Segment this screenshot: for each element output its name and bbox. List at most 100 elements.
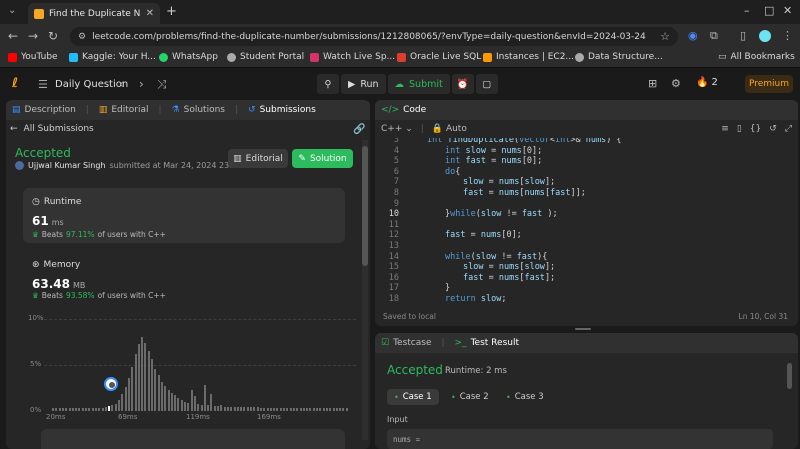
next-problem-icon[interactable]: › <box>139 77 144 91</box>
distribution-bar[interactable] <box>329 408 332 411</box>
code-line[interactable]: 10}while(slow != fast ); <box>375 209 798 220</box>
back-icon[interactable]: ← <box>8 29 18 43</box>
tab-submissions[interactable]: ↺ Submissions <box>248 105 316 115</box>
distribution-bar[interactable] <box>88 408 91 411</box>
your-runtime-bar[interactable] <box>108 406 111 411</box>
distribution-bar[interactable] <box>342 408 345 411</box>
editorial-button[interactable]: ▥ Editorial <box>228 149 288 168</box>
solution-button[interactable]: ✎ Solution <box>292 149 353 168</box>
code-line[interactable]: 16 fast = nums[fast]; <box>375 273 798 284</box>
distribution-bar[interactable] <box>263 408 266 411</box>
runtime-card[interactable]: ◷ Runtime 61 ms ♛ Beats 97.11% of users with … <box>23 188 345 243</box>
format-icon[interactable]: ≡ <box>721 124 729 134</box>
distribution-bar[interactable] <box>81 408 84 411</box>
distribution-bar[interactable] <box>200 404 203 411</box>
distribution-bar[interactable] <box>299 408 302 411</box>
tab-solutions[interactable]: ⚗ Solutions <box>172 105 225 115</box>
distribution-bar[interactable] <box>325 408 328 411</box>
braces-icon[interactable]: {} <box>750 124 761 134</box>
distribution-bar[interactable] <box>213 406 216 411</box>
settings-gear-icon[interactable]: ⚙ <box>671 77 681 90</box>
all-submissions-link[interactable]: ← All Submissions <box>10 124 94 134</box>
distribution-bar[interactable] <box>243 407 246 411</box>
distribution-bar[interactable] <box>286 408 289 411</box>
distribution-bar[interactable] <box>157 375 160 411</box>
distribution-bar[interactable] <box>197 403 200 411</box>
distribution-bar[interactable] <box>85 408 87 411</box>
distribution-bar[interactable] <box>75 408 78 411</box>
address-bar[interactable]: ⚙ leetcode.com/problems/find-the-duplica… <box>70 27 678 46</box>
distribution-bar[interactable] <box>289 408 292 411</box>
case-tab-1[interactable]: • Case 1 <box>387 389 439 405</box>
distribution-bar[interactable] <box>114 403 117 411</box>
distribution-bar[interactable] <box>269 408 272 411</box>
code-line[interactable]: 18 return slow; <box>375 294 798 305</box>
tab-test-result[interactable]: >_ Test Result <box>455 338 519 348</box>
distribution-bar[interactable] <box>65 408 68 411</box>
code-line[interactable]: 11 <box>375 220 798 231</box>
distribution-bar[interactable] <box>118 399 120 411</box>
tab-search-icon[interactable]: ⌄ <box>8 5 16 16</box>
distribution-bar[interactable] <box>91 408 94 411</box>
random-problem-icon[interactable]: ⤨ <box>157 77 167 92</box>
language-select[interactable]: C++ ⌄ <box>381 124 413 134</box>
browser-tab-active[interactable]: Find the Duplicate Numb ✕ <box>28 3 160 24</box>
distribution-bar[interactable] <box>246 407 249 411</box>
forward-icon[interactable]: → <box>28 29 38 43</box>
fullscreen-icon[interactable]: ⤢ <box>785 124 792 134</box>
distribution-bar[interactable] <box>144 342 147 411</box>
distribution-bar[interactable] <box>273 408 276 411</box>
distribution-bar[interactable] <box>319 408 322 411</box>
distribution-bar[interactable] <box>170 392 173 411</box>
distribution-bar[interactable] <box>52 408 54 411</box>
distribution-bar[interactable] <box>292 408 295 411</box>
distribution-bar[interactable] <box>151 359 153 411</box>
distribution-bar[interactable] <box>55 408 58 411</box>
distribution-bar[interactable] <box>94 408 97 411</box>
profile-avatar[interactable] <box>759 30 771 42</box>
distribution-bar[interactable] <box>137 343 140 411</box>
distribution-bar[interactable] <box>101 408 104 411</box>
distribution-bar[interactable] <box>302 408 305 411</box>
distribution-bar[interactable] <box>180 399 183 411</box>
extension-icon[interactable]: ◉ <box>688 29 698 42</box>
distribution-bar[interactable] <box>154 368 157 411</box>
distribution-bar[interactable] <box>306 408 309 411</box>
run-button[interactable]: ▶ Run <box>341 74 386 94</box>
new-tab-icon[interactable]: + <box>166 4 177 19</box>
tab-description[interactable]: ▤ Description <box>12 105 76 115</box>
maximize-icon[interactable]: □ <box>764 4 774 17</box>
code-line[interactable]: 17} <box>375 283 798 294</box>
distribution-bar[interactable] <box>104 407 107 411</box>
case-tab-3[interactable]: • Case 3 <box>499 389 551 405</box>
code-line[interactable]: 3 int findDuplicate(vector<int>& nums) { <box>375 138 798 146</box>
distribution-bar[interactable] <box>345 408 348 411</box>
distribution-bar[interactable] <box>256 407 259 411</box>
distribution-bar[interactable] <box>207 405 210 411</box>
distribution-bar[interactable] <box>167 389 170 411</box>
distribution-bar[interactable] <box>160 381 163 411</box>
distribution-bar[interactable] <box>279 408 282 411</box>
distribution-bar[interactable] <box>98 408 101 411</box>
distribution-bar[interactable] <box>164 386 167 411</box>
share-link-icon[interactable]: 🔗 <box>353 124 365 135</box>
bookmark-ec2[interactable]: Instances | EC2... <box>483 52 574 62</box>
distribution-bar[interactable] <box>174 395 177 411</box>
bookmark-kaggle[interactable]: Kaggle: Your H... <box>69 52 156 62</box>
distribution-bar[interactable] <box>190 389 193 411</box>
all-bookmarks[interactable]: ▭ All Bookmarks <box>718 52 795 62</box>
left-scrollbar-thumb[interactable] <box>362 146 368 266</box>
memory-title[interactable]: ⊛ Memory <box>32 260 80 270</box>
bookmark-youtube[interactable]: YouTube <box>8 52 58 62</box>
distribution-bar[interactable] <box>339 408 342 411</box>
bookmark-watch-live[interactable]: Watch Live Sp... <box>310 52 395 62</box>
distribution-bar[interactable] <box>58 408 61 411</box>
distribution-bar[interactable] <box>240 407 243 411</box>
submitter-name[interactable]: Ujjwal Kumar Singh <box>28 161 105 170</box>
code-line[interactable]: 8 fast = nums[nums[fast]]; <box>375 188 798 199</box>
url-text[interactable]: leetcode.com/problems/find-the-duplicate… <box>92 32 654 42</box>
browser-menu-icon[interactable]: ⋮ <box>782 29 793 42</box>
reload-icon[interactable]: ↻ <box>48 29 58 43</box>
distribution-bar[interactable] <box>217 406 219 411</box>
distribution-bar[interactable] <box>223 407 226 411</box>
